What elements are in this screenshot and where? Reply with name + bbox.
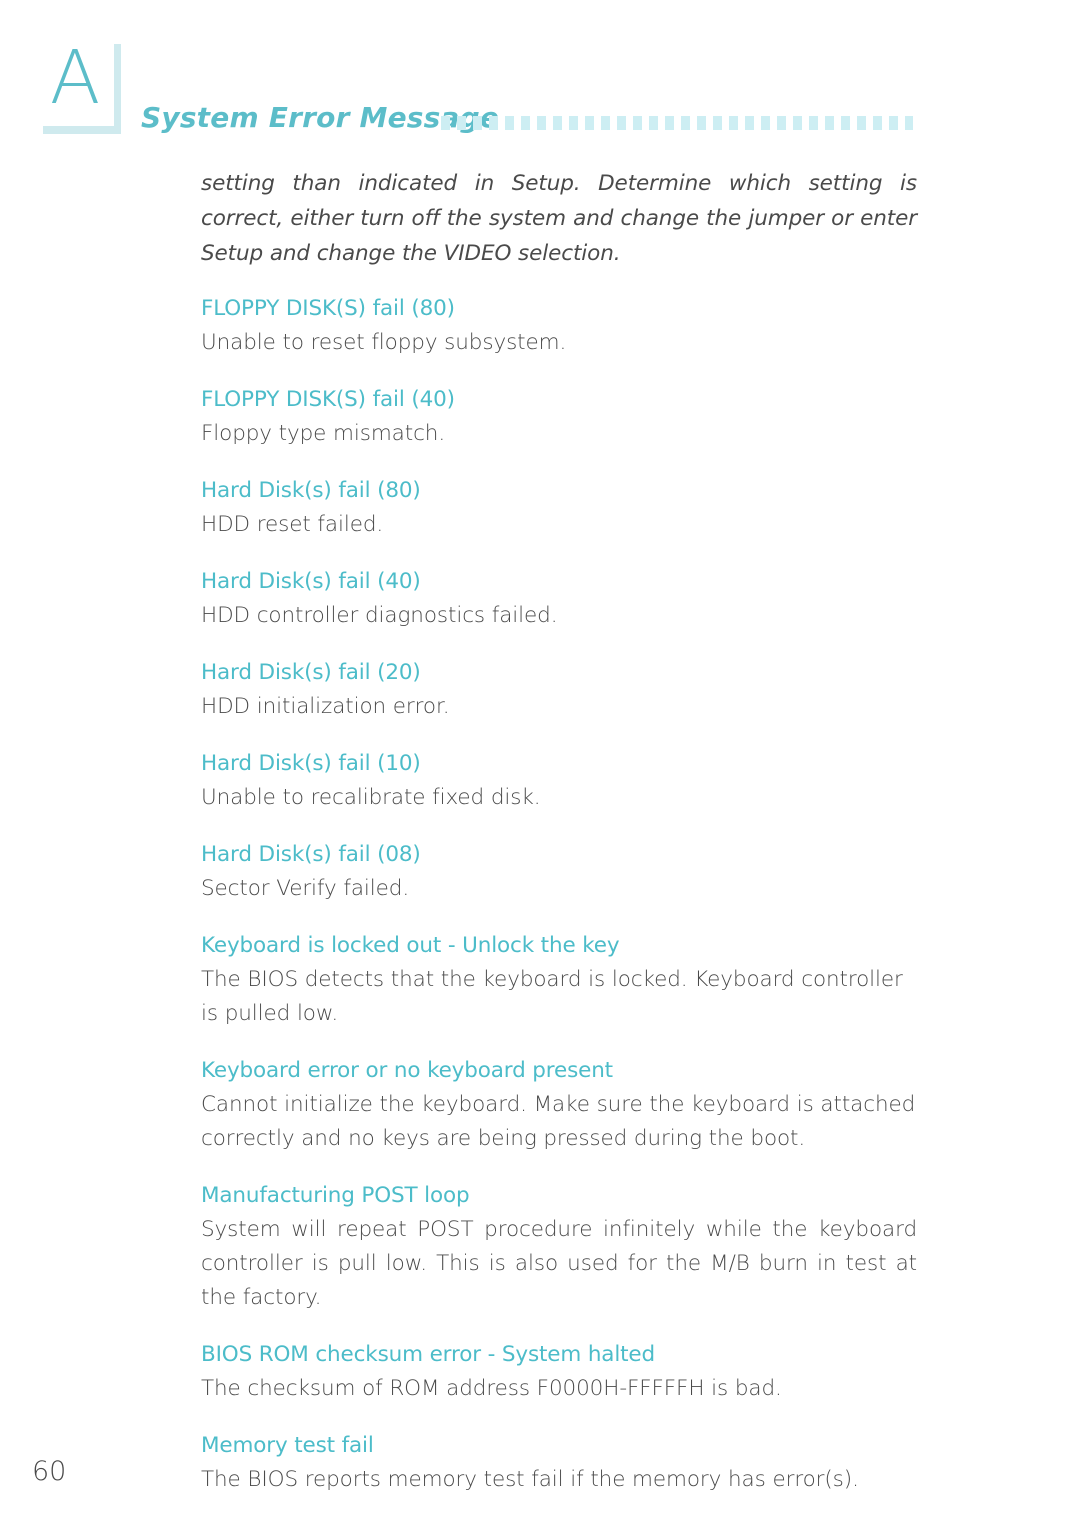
error-entry: BIOS ROM checksum error - System halted … (201, 1339, 917, 1406)
error-title: Keyboard error or no keyboard present (201, 1058, 613, 1083)
error-description: System will repeat POST procedure infini… (201, 1217, 917, 1310)
page-content: setting than indicated in Setup. Determi… (201, 166, 917, 1513)
error-description: Cannot initialize the keyboard. Make sur… (201, 1092, 916, 1151)
page-header: A System Error Message (0, 0, 1080, 150)
error-entry: Manufacturing POST loop System will repe… (201, 1180, 917, 1315)
error-description: The BIOS detects that the keyboard is lo… (201, 967, 903, 1026)
error-description: HDD controller diagnostics failed. (201, 603, 558, 628)
error-title: Memory test fail (201, 1433, 374, 1458)
error-entry: Keyboard is locked out - Unlock the key … (201, 930, 917, 1031)
dotted-rule-icon (441, 116, 913, 130)
appendix-letter-badge: A (36, 35, 114, 126)
error-title: Hard Disk(s) fail (08) (201, 842, 421, 867)
error-entry: Memory test fail The BIOS reports memory… (201, 1430, 917, 1497)
error-entry: Hard Disk(s) fail (10) Unable to recalib… (201, 748, 917, 815)
appendix-letter-glyph: A (49, 35, 101, 121)
error-entry: Keyboard error or no keyboard present Ca… (201, 1055, 917, 1156)
error-description: Unable to recalibrate fixed disk. (201, 785, 541, 810)
error-entry: FLOPPY DISK(S) fail (80) Unable to reset… (201, 293, 917, 360)
error-entry: Hard Disk(s) fail (20) HDD initializatio… (201, 657, 917, 724)
error-entry: Hard Disk(s) fail (08) Sector Verify fai… (201, 839, 917, 906)
intro-paragraph: setting than indicated in Setup. Determi… (201, 171, 917, 266)
error-title: FLOPPY DISK(S) fail (80) (201, 296, 455, 321)
error-description: HDD reset failed. (201, 512, 384, 537)
error-description: HDD initialization error. (201, 694, 450, 719)
error-entry: FLOPPY DISK(S) fail (40) Floppy type mis… (201, 384, 917, 451)
error-title: Keyboard is locked out - Unlock the key (201, 933, 620, 958)
error-entry: Hard Disk(s) fail (80) HDD reset failed. (201, 475, 917, 542)
error-title: Hard Disk(s) fail (80) (201, 478, 421, 503)
error-title: Manufacturing POST loop (201, 1183, 470, 1208)
error-description: The checksum of ROM address F0000H-FFFFF… (201, 1376, 782, 1401)
error-description: The BIOS reports memory test fail if the… (201, 1467, 859, 1492)
error-description: Sector Verify failed. (201, 876, 410, 901)
error-entry: Hard Disk(s) fail (40) HDD controller di… (201, 566, 917, 633)
error-description: Floppy type mismatch. (201, 421, 446, 446)
page-number: 60 (32, 1456, 67, 1487)
error-title: BIOS ROM checksum error - System halted (201, 1342, 656, 1367)
error-title: Hard Disk(s) fail (10) (201, 751, 421, 776)
error-title: Hard Disk(s) fail (20) (201, 660, 421, 685)
error-title: Hard Disk(s) fail (40) (201, 569, 421, 594)
error-title: FLOPPY DISK(S) fail (40) (201, 387, 455, 412)
error-description: Unable to reset floppy subsystem. (201, 330, 567, 355)
